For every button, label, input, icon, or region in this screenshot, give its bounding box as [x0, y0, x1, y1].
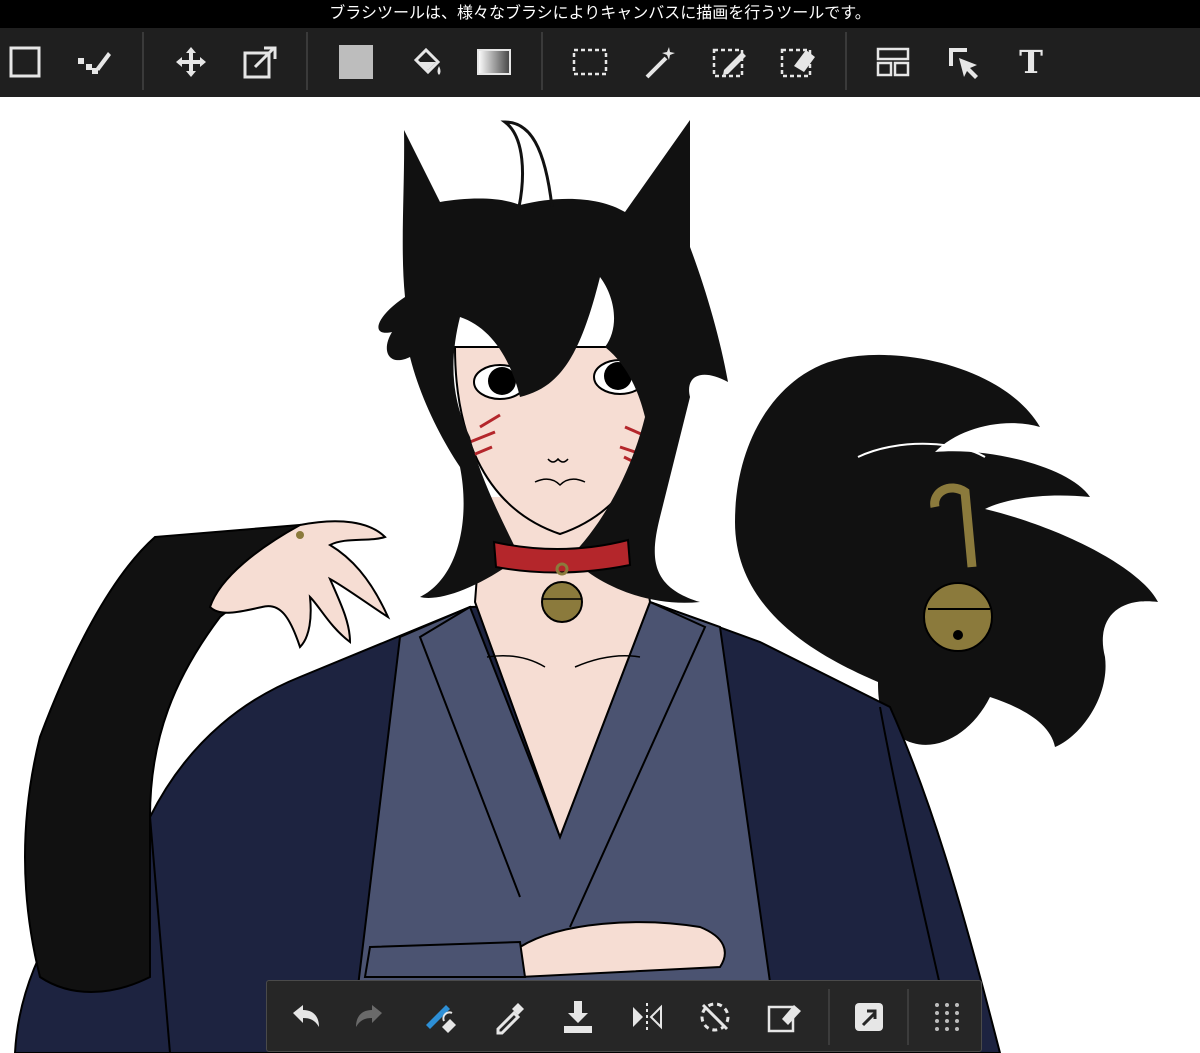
paint-bucket-icon[interactable]	[404, 40, 448, 84]
bottom-command-bar	[266, 980, 982, 1052]
square-outline-icon[interactable]	[3, 40, 47, 84]
character-illustration	[13, 120, 1158, 1053]
grid-dots-icon[interactable]	[925, 995, 969, 1039]
bar-divider	[907, 989, 909, 1045]
drawing-canvas[interactable]	[0, 97, 1200, 1053]
selection-eraser-icon[interactable]	[776, 40, 820, 84]
frame-divider-icon[interactable]	[871, 40, 915, 84]
toolbar-divider	[306, 32, 308, 90]
bar-divider	[828, 989, 830, 1045]
selection-pen-icon[interactable]	[708, 40, 752, 84]
flip-horizontal-icon[interactable]	[625, 995, 669, 1039]
clear-icon[interactable]	[762, 995, 806, 1039]
tool-hint-bar: ブラシツールは、様々なブラシによりキャンバスに描画を行うツールです。	[0, 0, 1200, 28]
eyedropper-icon[interactable]	[488, 995, 532, 1039]
tool-hint-text: ブラシツールは、様々なブラシによりキャンバスに描画を行うツールです。	[329, 3, 871, 22]
dot-pen-icon[interactable]	[72, 40, 116, 84]
top-toolbar: T	[0, 28, 1200, 97]
magic-wand-icon[interactable]	[638, 40, 682, 84]
snap-off-icon[interactable]	[693, 995, 737, 1039]
gray-fill-swatch-icon[interactable]	[334, 40, 378, 84]
text-tool-glyph: T	[1019, 43, 1043, 81]
toolbar-divider	[845, 32, 847, 90]
undo-icon[interactable]	[283, 995, 327, 1039]
pointer-icon[interactable]	[941, 40, 985, 84]
move-arrows-icon[interactable]	[169, 40, 213, 84]
share-icon[interactable]	[847, 995, 891, 1039]
selection-rect-icon[interactable]	[568, 40, 612, 84]
transform-icon[interactable]	[238, 40, 282, 84]
toolbar-divider	[142, 32, 144, 90]
gradient-icon[interactable]	[472, 40, 516, 84]
redo-icon[interactable]	[348, 995, 392, 1039]
text-tool-icon[interactable]: T	[1009, 40, 1053, 84]
brush-eraser-icon[interactable]	[418, 995, 462, 1039]
download-icon[interactable]	[556, 995, 600, 1039]
toolbar-divider	[541, 32, 543, 90]
